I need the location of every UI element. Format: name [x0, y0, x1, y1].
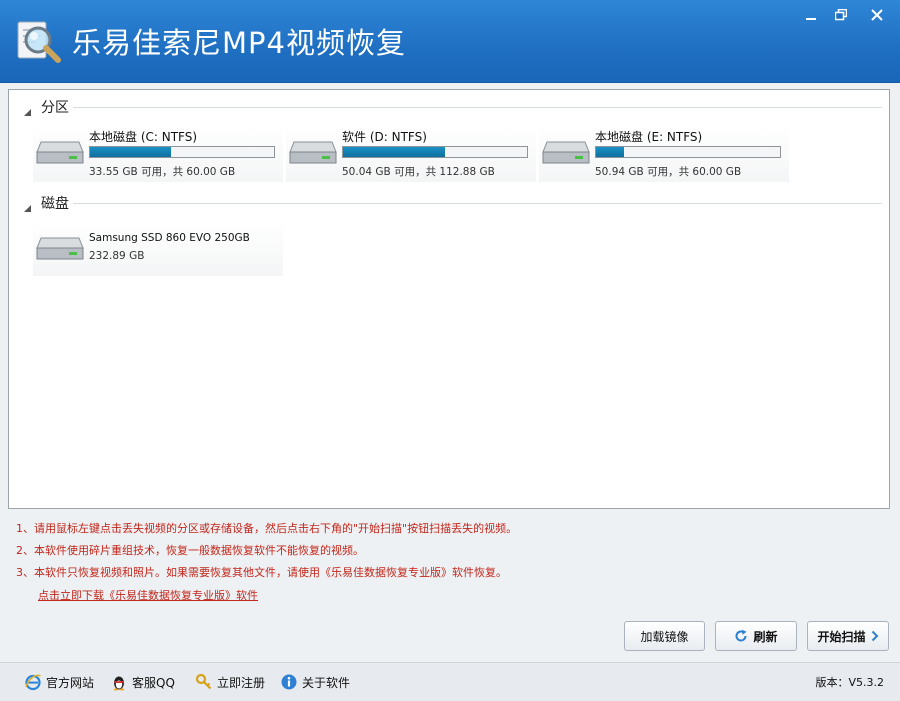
usage-bar — [595, 146, 781, 158]
disks-section-label: 磁盘 — [41, 196, 69, 212]
partitions-section-header[interactable]: 分区 — [21, 97, 886, 117]
refresh-button[interactable]: 刷新 — [715, 621, 797, 651]
app-title: 乐易佳索尼MP4视频恢复 — [72, 26, 406, 60]
disks-section-header[interactable]: 磁盘 — [21, 193, 886, 213]
chevron-right-icon — [871, 630, 879, 642]
usage-bar — [342, 146, 528, 158]
restore-button[interactable] — [824, 0, 858, 30]
version-info: 版本：V5.3.2 — [815, 674, 884, 690]
support-qq-label: 客服QQ — [132, 675, 175, 690]
restore-icon — [835, 9, 847, 21]
refresh-icon — [734, 629, 748, 643]
usage-bar-fill — [596, 147, 624, 157]
qq-penguin-icon — [110, 673, 128, 691]
version-value: V5.3.2 — [848, 676, 884, 689]
collapse-triangle-icon[interactable] — [23, 198, 32, 217]
hard-drive-icon — [35, 234, 85, 266]
section-divider — [73, 107, 882, 108]
hard-drive-icon — [35, 138, 85, 170]
status-bar: 官方网站 客服QQ 立即注册 关于软件 版本：V5.3.2 — [0, 662, 900, 701]
partition-name: 软件 (D: NTFS) — [342, 130, 427, 144]
partition-space: 33.55 GB 可用，共 60.00 GB — [89, 166, 236, 178]
device-panel: 分区 本地磁盘 (C: NTFS) 33.55 GB 可用，共 60.00 GB… — [8, 89, 890, 509]
section-divider — [73, 203, 882, 204]
official-site-link[interactable]: 官方网站 — [24, 673, 94, 691]
instruction-note: 1、请用鼠标左键点击丢失视频的分区或存储设备，然后点击右下角的"开始扫描"按钮扫… — [16, 522, 518, 535]
disk-size: 232.89 GB — [89, 250, 145, 262]
register-link[interactable]: 立即注册 — [195, 673, 265, 691]
refresh-label: 刷新 — [753, 629, 778, 644]
minimize-icon — [805, 9, 817, 21]
register-label: 立即注册 — [217, 675, 266, 690]
partition-item-d[interactable]: 软件 (D: NTFS) 50.04 GB 可用，共 112.88 GB — [286, 124, 536, 182]
hard-drive-icon — [541, 138, 591, 170]
hard-drive-icon — [288, 138, 338, 170]
ie-browser-icon — [24, 673, 42, 691]
start-scan-label: 开始扫描 — [817, 629, 866, 644]
partition-name: 本地磁盘 (C: NTFS) — [89, 130, 198, 144]
instruction-note: 3、本软件只恢复视频和照片。如果需要恢复其他文件，请使用《乐易佳数据恢复专业版》… — [16, 566, 507, 579]
load-image-label: 加载镜像 — [640, 629, 689, 644]
start-scan-button[interactable]: 开始扫描 — [807, 621, 889, 651]
usage-bar-fill — [343, 147, 446, 157]
partition-item-e[interactable]: 本地磁盘 (E: NTFS) 50.94 GB 可用，共 60.00 GB — [539, 124, 789, 182]
close-icon — [871, 9, 883, 21]
partitions-section-label: 分区 — [41, 100, 69, 116]
partition-space: 50.04 GB 可用，共 112.88 GB — [342, 166, 495, 178]
version-label: 版本： — [815, 676, 849, 689]
info-icon — [280, 673, 298, 691]
usage-bar — [89, 146, 275, 158]
official-site-label: 官方网站 — [46, 675, 95, 690]
partition-item-c[interactable]: 本地磁盘 (C: NTFS) 33.55 GB 可用，共 60.00 GB — [33, 124, 283, 182]
usage-bar-fill — [90, 147, 171, 157]
load-image-button[interactable]: 加载镜像 — [624, 621, 705, 651]
close-button[interactable] — [860, 0, 894, 30]
disk-name: Samsung SSD 860 EVO 250GB — [89, 232, 250, 244]
minimize-button[interactable] — [794, 0, 828, 30]
app-logo-icon — [14, 16, 66, 66]
instruction-note: 2、本软件使用碎片重组技术，恢复一般数据恢复软件不能恢复的视频。 — [16, 544, 364, 557]
support-qq-link[interactable]: 客服QQ — [110, 673, 175, 691]
key-icon — [195, 673, 213, 691]
about-label: 关于软件 — [302, 675, 351, 690]
collapse-triangle-icon[interactable] — [23, 102, 32, 121]
disk-item[interactable]: Samsung SSD 860 EVO 250GB 232.89 GB — [33, 220, 283, 276]
partition-space: 50.94 GB 可用，共 60.00 GB — [595, 166, 742, 178]
about-link[interactable]: 关于软件 — [280, 673, 350, 691]
download-pro-link[interactable]: 点击立即下载《乐易佳数据恢复专业版》软件 — [38, 587, 258, 603]
title-bar: 乐易佳索尼MP4视频恢复 — [0, 0, 900, 83]
partition-name: 本地磁盘 (E: NTFS) — [595, 130, 703, 144]
